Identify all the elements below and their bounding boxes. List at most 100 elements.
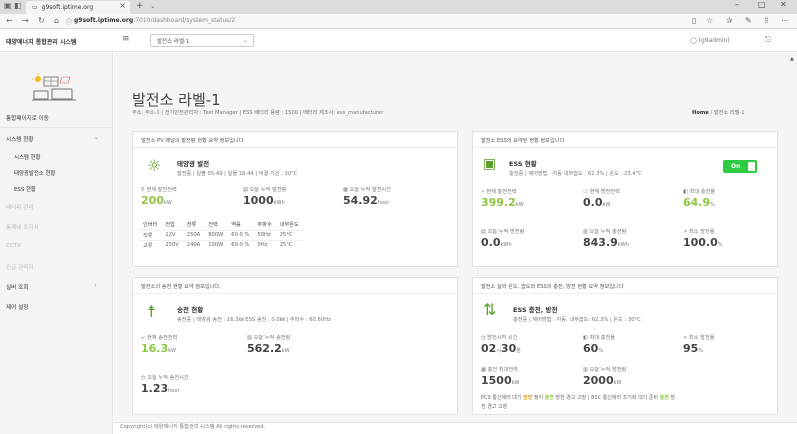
- back-tab-icon[interactable]: ◧: [14, 1, 22, 10]
- tx-current-power-unit: kW: [168, 348, 176, 354]
- ess-min-discharge: 100.0%: [683, 236, 723, 249]
- tab-actions-icon[interactable]: ▣: [4, 1, 12, 10]
- favorite-icon[interactable]: ☆: [706, 16, 713, 25]
- ess-today-charge: 843.9kWh: [583, 236, 629, 249]
- maximize-icon[interactable]: □: [758, 0, 766, 9]
- table-cell: 0Hz: [253, 239, 276, 250]
- pv-today-gen-unit: kWh: [273, 200, 285, 206]
- tx-today-total-label-text: 오늘 누적 송전량: [253, 335, 291, 341]
- browser-tab-bar: ▣ ◧ ▭ g9soft.iptime.org × + ⌄ – □ ✕: [0, 0, 797, 14]
- refresh-icon[interactable]: ↻: [38, 16, 45, 25]
- pv-today-hours-label: ▦ 오늘 누적 발전시간: [343, 186, 391, 193]
- legend-charge-2: 충전: [659, 395, 669, 401]
- pv-current-power: 200kW: [141, 194, 172, 207]
- sidebar-item-battery[interactable]: 배터리 관리: [6, 203, 34, 211]
- table-cell: 800W: [204, 229, 228, 240]
- sidebar-item-emergency[interactable]: 긴급 관리자: [6, 263, 34, 271]
- pv-desc: 발전중 | 일출 05:49 | 일몰 18:44 | 버결 기온 : 30°C: [177, 171, 298, 177]
- table-row: 교류 250V 240A 100W 60.0 % 0Hz 25°C: [139, 239, 303, 250]
- discharge-start-hour: 02: [481, 342, 497, 355]
- plant-select[interactable]: 발전소 라벨-1 ⌄: [150, 34, 254, 47]
- table-cell: 240A: [182, 239, 205, 250]
- pen-icon[interactable]: ✎: [745, 16, 752, 25]
- favorites-bar-icon[interactable]: ✰: [726, 16, 733, 25]
- charge-max-power: 1500kW: [481, 374, 519, 387]
- table-cell: 60.0 %: [227, 239, 254, 250]
- ess-charge-panel: 발전소 실외 온도, 습도와 ESS의 충전, 방전 현황 요약 정보입니다 ⇅…: [472, 277, 778, 415]
- pv-today-hours: 54.92hour: [343, 194, 389, 207]
- url-field[interactable]: g9soft.iptime.org:7010/dashboard/system_…: [74, 17, 235, 24]
- transmission-panel: 발전소의 송전 현황 요약 정보입니다. ☨ 송전 현황 송전중 | 태양광 송…: [132, 277, 458, 415]
- tx-today-hours: 1.23hour: [141, 382, 180, 395]
- tx-today-hours-value: 1.23: [141, 382, 169, 395]
- app-header: 태양에너지 통합관리 시스템 ≡ 발전소 라벨-1 ⌄ ◯ (g9admin) …: [0, 30, 797, 52]
- table-cell: 100W: [204, 239, 228, 250]
- discharge-start-minute: 30: [500, 342, 517, 355]
- more-icon[interactable]: ⋯: [781, 16, 789, 25]
- breadcrumb-home[interactable]: Home: [692, 110, 709, 116]
- min-discharge-rate-label-text: 최소 방전율: [688, 335, 715, 341]
- reader-icon[interactable]: ▯: [692, 16, 696, 25]
- ess-charge-power: 399.2kW: [481, 196, 524, 209]
- new-tab-icon[interactable]: +: [136, 1, 144, 11]
- ess-charge-power-unit: kW: [515, 202, 524, 208]
- breadcrumb: Home / 발전소 라벨-1: [692, 110, 745, 116]
- share-icon[interactable]: ⇪: [763, 16, 770, 25]
- sidebar-item-ess-status[interactable]: ESS 현황: [14, 185, 36, 193]
- sidebar-item-control[interactable]: 제어 설정: [6, 303, 28, 311]
- column-header: 역률: [231, 222, 241, 229]
- ess-on-toggle[interactable]: On: [723, 160, 757, 173]
- forward-icon[interactable]: →: [22, 16, 29, 25]
- table-cell: 25°C: [275, 239, 303, 250]
- sidebar-item-system-status[interactable]: 시스템 현황: [6, 135, 34, 143]
- back-icon[interactable]: ←: [6, 16, 13, 25]
- tx-today-hours-unit: hour: [168, 388, 180, 394]
- ess-discharge-power-label: ▭ 현재 방전전력: [583, 188, 620, 195]
- charge-max-power-label-text: 충전 최대전력: [487, 367, 518, 373]
- browser-tab[interactable]: ▭ g9soft.iptime.org ×: [26, 1, 130, 14]
- sidebar-item-statistics[interactable]: 통계네 조지서: [6, 223, 39, 231]
- sidebar-item-cctv[interactable]: CCTV: [6, 243, 21, 249]
- ess-discharge-power-label-text: 현재 방전전력: [589, 189, 620, 195]
- ess-max-charge-value: 64.9: [683, 196, 711, 209]
- tx-today-total-unit: kW: [281, 348, 290, 354]
- user-label[interactable]: ◯ (g9admin): [690, 37, 730, 44]
- max-charge-rate-value: 60: [583, 342, 599, 355]
- discharge-start: 02시30분: [481, 342, 521, 355]
- ess-min-discharge-label: ↗ 최소 방전율: [683, 228, 715, 235]
- minimize-icon[interactable]: –: [735, 0, 739, 9]
- inverter-table: 인버터 전압 전류 전력 역률 주파수 내부온도 직류 12V 250A 800…: [139, 220, 303, 250]
- sidebar-item-solar-status[interactable]: 태양광발전소 현황: [14, 169, 55, 177]
- transmission-panel-head: 발전소의 송전 현황 요약 정보입니다.: [133, 278, 457, 294]
- info-icon[interactable]: ⓘ: [66, 17, 72, 26]
- scroll-up-icon[interactable]: ▲: [790, 56, 794, 62]
- charge-max-power-value: 1500: [481, 374, 512, 387]
- ess-discharge-power: 0.0kW: [583, 196, 610, 209]
- column-header: 인버터: [143, 222, 158, 229]
- logout-icon[interactable]: ⎋: [765, 35, 771, 45]
- ess-panel: 발전소 ESS의 요약된 현황 정보입니다 ▣ ESS 현황 충전중 | 제어방…: [472, 131, 778, 267]
- sidebar-item-system-overview[interactable]: 시스템 현황: [14, 153, 41, 161]
- status-legend-continued: 전 경고 고장: [481, 404, 508, 410]
- ess-min-discharge-value: 100.0: [683, 236, 718, 249]
- tx-current-power-label: ➹ 현재 송전전력: [141, 334, 177, 341]
- close-tab-icon[interactable]: ×: [119, 1, 126, 10]
- ess-discharge-power-value: 0.0: [583, 196, 603, 209]
- tab-list-icon[interactable]: ⌄: [150, 2, 156, 10]
- home-icon[interactable]: ⌂: [54, 16, 59, 25]
- plant-select-value: 발전소 라벨-1: [157, 38, 190, 45]
- ess-title: ESS 현황: [509, 160, 537, 168]
- close-window-icon[interactable]: ✕: [780, 0, 787, 9]
- url-path: :7010/dashboard/system_status/2: [133, 17, 236, 24]
- sidebar-item-silver[interactable]: 실버 조회: [6, 283, 28, 291]
- legend-text-e: 방전 경고 고장 | BSC 통신에러 조기화 대기 준비: [555, 395, 659, 401]
- ess-min-discharge-unit: %: [717, 242, 723, 248]
- user-icon: ◯: [690, 37, 699, 44]
- menu-toggle-icon[interactable]: ≡: [122, 34, 130, 44]
- solar-icon: ☼: [147, 156, 162, 175]
- legend-discharge: 방전: [523, 395, 533, 401]
- table-cell: 교류: [139, 239, 162, 250]
- ess-discharge-power-unit: kW: [602, 202, 611, 208]
- ess-today-discharge: 0.0kWh: [481, 236, 512, 249]
- home-page-link[interactable]: 통합페이지로 이동: [6, 114, 49, 122]
